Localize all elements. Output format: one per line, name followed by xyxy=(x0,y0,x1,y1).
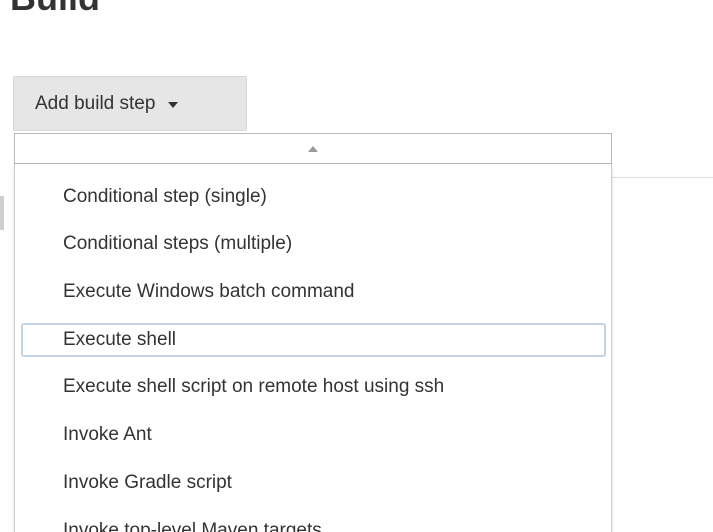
add-build-step-button[interactable]: Add build step xyxy=(13,76,247,131)
menu-item-invoke-gradle-script[interactable]: Invoke Gradle script xyxy=(21,466,606,500)
menu-item-invoke-ant[interactable]: Invoke Ant xyxy=(21,418,606,452)
menu-item-invoke-top-level-maven-targets[interactable]: Invoke top-level Maven targets xyxy=(21,514,606,532)
menu-item-execute-shell[interactable]: Execute shell xyxy=(21,323,606,357)
section-divider xyxy=(612,177,713,178)
left-edge-marker xyxy=(0,196,4,230)
menu-item-execute-shell-script-ssh[interactable]: Execute shell script on remote host usin… xyxy=(21,370,606,404)
section-title: Build xyxy=(10,0,100,16)
menu-item-conditional-steps-multiple[interactable]: Conditional steps (multiple) xyxy=(21,227,606,261)
build-step-menu: Conditional step (single) Conditional st… xyxy=(14,164,612,532)
page: Build Add build step Conditional step (s… xyxy=(0,0,713,532)
caret-up-icon xyxy=(308,145,318,152)
menu-item-conditional-step-single[interactable]: Conditional step (single) xyxy=(21,180,606,214)
menu-scroll-up-button[interactable] xyxy=(14,133,612,164)
caret-down-icon xyxy=(168,101,179,108)
menu-item-execute-windows-batch-command[interactable]: Execute Windows batch command xyxy=(21,275,606,309)
add-build-step-label: Add build step xyxy=(35,92,156,114)
